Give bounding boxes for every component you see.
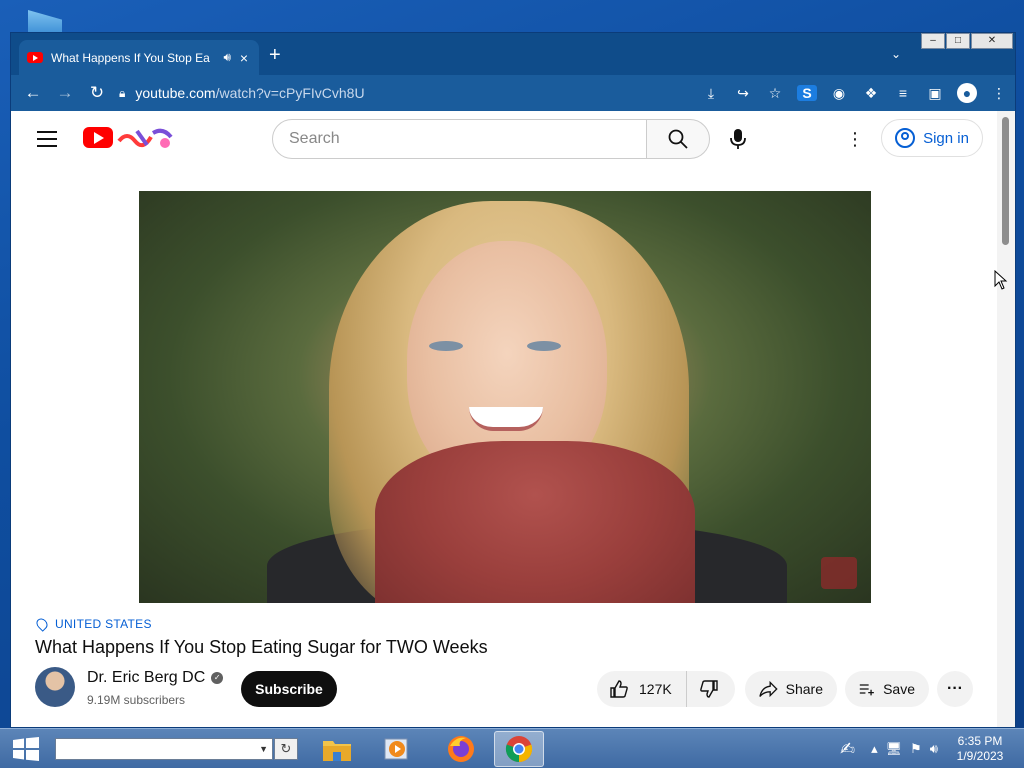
maximize-button[interactable]: □ [946, 33, 970, 49]
location-pin-icon [34, 616, 50, 632]
search-button[interactable] [646, 119, 710, 159]
system-tray: ✍ ▴ 🖥︎ ⚑ 🔊︎ 6:35 PM 1/9/2023 [840, 729, 1024, 768]
youtube-favicon-icon [27, 52, 43, 63]
video-frame-scarf [375, 441, 695, 603]
reload-icon[interactable]: ↻ [81, 83, 113, 103]
video-frame-eye [429, 341, 463, 351]
playlist-add-icon [859, 684, 874, 696]
video-frame-eye [527, 341, 561, 351]
tab-title: What Happens If You Stop Ea [51, 50, 210, 65]
browser-menu-icon[interactable]: ⋮ [989, 85, 1009, 102]
desktop-folder-icon[interactable] [28, 10, 62, 34]
search-icon [668, 129, 688, 149]
toolbar-icons: ⤓ ↪ ☆ S ◉ ❖ ≡ ▣ ● ⋮ [701, 75, 1009, 111]
youtube-header: Search ⋮ Sign in [11, 111, 999, 167]
page-scrollbar[interactable] [997, 111, 1015, 727]
file-explorer-icon[interactable] [312, 731, 362, 767]
search-input[interactable]: Search [272, 119, 647, 159]
share-page-icon[interactable]: ↪ [733, 85, 753, 102]
profile-icon[interactable]: ● [957, 83, 977, 103]
menu-icon[interactable] [37, 131, 57, 152]
channel-watermark-icon[interactable] [821, 557, 857, 589]
youtube-page: Search ⋮ Sign in UNITED STATES What Happ… [11, 111, 999, 727]
side-panel-icon[interactable]: ▣ [925, 85, 945, 102]
url-host: youtube.com [135, 85, 216, 101]
back-icon[interactable]: ← [17, 83, 49, 103]
subscribe-button[interactable]: Subscribe [241, 671, 337, 707]
subscriber-count: 9.19M subscribers [87, 693, 186, 707]
video-player[interactable] [139, 191, 871, 603]
like-count: 127K [639, 681, 672, 697]
taskbar: ▼ ↻ ✍ ▴ 🖥︎ ⚑ 🔊︎ 6:35 PM 1/9/2023 [0, 728, 1024, 768]
firefox-icon[interactable] [436, 731, 486, 767]
new-tab-button[interactable]: + [269, 45, 281, 65]
youtube-logo-icon[interactable] [83, 127, 113, 148]
channel-name-link[interactable]: Dr. Eric Berg DC ✓ [87, 669, 224, 687]
extension-shield-icon[interactable]: ◉ [829, 85, 849, 102]
tab-youtube[interactable]: What Happens If You Stop Ea 🔊︎ × [19, 40, 259, 75]
like-dislike-group: 127K [597, 671, 735, 707]
tab-close-icon[interactable]: × [237, 50, 251, 66]
channel-name: Dr. Eric Berg DC [87, 669, 206, 686]
tab-search-chevron-icon[interactable]: ⌄ [891, 47, 901, 61]
minimize-button[interactable]: – [921, 33, 945, 49]
start-button[interactable] [12, 737, 40, 761]
tray-icons: ▴ 🖥︎ ⚑ 🔊︎ [871, 741, 938, 757]
extension-s-icon[interactable]: S [797, 85, 817, 101]
network-icon[interactable]: 🖥︎ [886, 741, 903, 757]
taskbar-address-input[interactable]: ▼ [55, 738, 273, 760]
youtube-doodle-logo[interactable] [117, 123, 177, 151]
share-button[interactable]: Share [745, 671, 837, 707]
extensions-puzzle-icon[interactable]: ❖ [861, 85, 881, 102]
save-button[interactable]: Save [845, 671, 929, 707]
show-hidden-icons-icon[interactable]: ▴ [871, 741, 878, 757]
bookmark-star-icon[interactable]: ☆ [765, 85, 785, 102]
taskbar-clock[interactable]: 6:35 PM 1/9/2023 [950, 734, 1010, 764]
speaker-icon[interactable]: 🔊︎ [223, 50, 231, 65]
location-label: UNITED STATES [55, 617, 152, 631]
clock-time: 6:35 PM [957, 734, 1003, 748]
account-icon [895, 128, 916, 148]
browser-window: What Happens If You Stop Ea 🔊︎ × + ⌄ – □… [10, 32, 1016, 728]
voice-search-button[interactable] [718, 119, 758, 159]
share-label: Share [785, 681, 823, 697]
chrome-icon[interactable] [494, 731, 544, 767]
address-bar[interactable]: 🔒︎ youtube.com /watch?v=cPyFIvCvh8U [119, 75, 365, 111]
lock-icon[interactable]: 🔒︎ [119, 86, 125, 101]
windows-logo-icon [13, 737, 39, 761]
settings-menu-icon[interactable]: ⋮ [845, 129, 865, 149]
forward-icon[interactable]: → [49, 83, 81, 103]
install-icon[interactable]: ⤓ [701, 85, 721, 102]
channel-avatar[interactable] [35, 667, 75, 707]
sign-in-button[interactable]: Sign in [881, 119, 983, 157]
volume-icon[interactable]: 🔊︎ [930, 741, 938, 757]
dislike-button[interactable] [687, 671, 731, 707]
thumbs-down-icon [699, 680, 718, 698]
action-center-flag-icon[interactable]: ⚑ [910, 741, 922, 757]
verified-check-icon: ✓ [211, 672, 224, 684]
save-label: Save [883, 681, 915, 697]
microphone-icon [730, 129, 746, 149]
browser-toolbar: ← → ↻ 🔒︎ youtube.com /watch?v=cPyFIvCvh8… [11, 75, 1015, 111]
video-title: What Happens If You Stop Eating Sugar fo… [35, 637, 488, 657]
sign-in-label: Sign in [923, 129, 969, 147]
clock-date: 1/9/2023 [956, 749, 1004, 763]
like-button[interactable]: 127K [597, 671, 687, 707]
share-arrow-icon [759, 680, 778, 698]
video-location[interactable]: UNITED STATES [34, 616, 152, 632]
media-control-icon[interactable]: ≡ [893, 85, 913, 101]
browser-titlebar: What Happens If You Stop Ea 🔊︎ × + ⌄ – □… [11, 33, 1015, 75]
taskbar-go-button[interactable]: ↻ [274, 738, 298, 760]
pen-input-icon[interactable]: ✍ [840, 739, 855, 760]
close-window-button[interactable]: ✕ [971, 33, 1013, 49]
scrollbar-thumb[interactable] [1002, 117, 1009, 245]
dropdown-arrow-icon[interactable]: ▼ [259, 744, 268, 754]
media-player-icon[interactable] [372, 731, 422, 767]
more-actions-button[interactable]: ··· [937, 671, 973, 707]
thumbs-up-icon [610, 680, 628, 698]
url-path: /watch?v=cPyFIvCvh8U [215, 85, 365, 101]
